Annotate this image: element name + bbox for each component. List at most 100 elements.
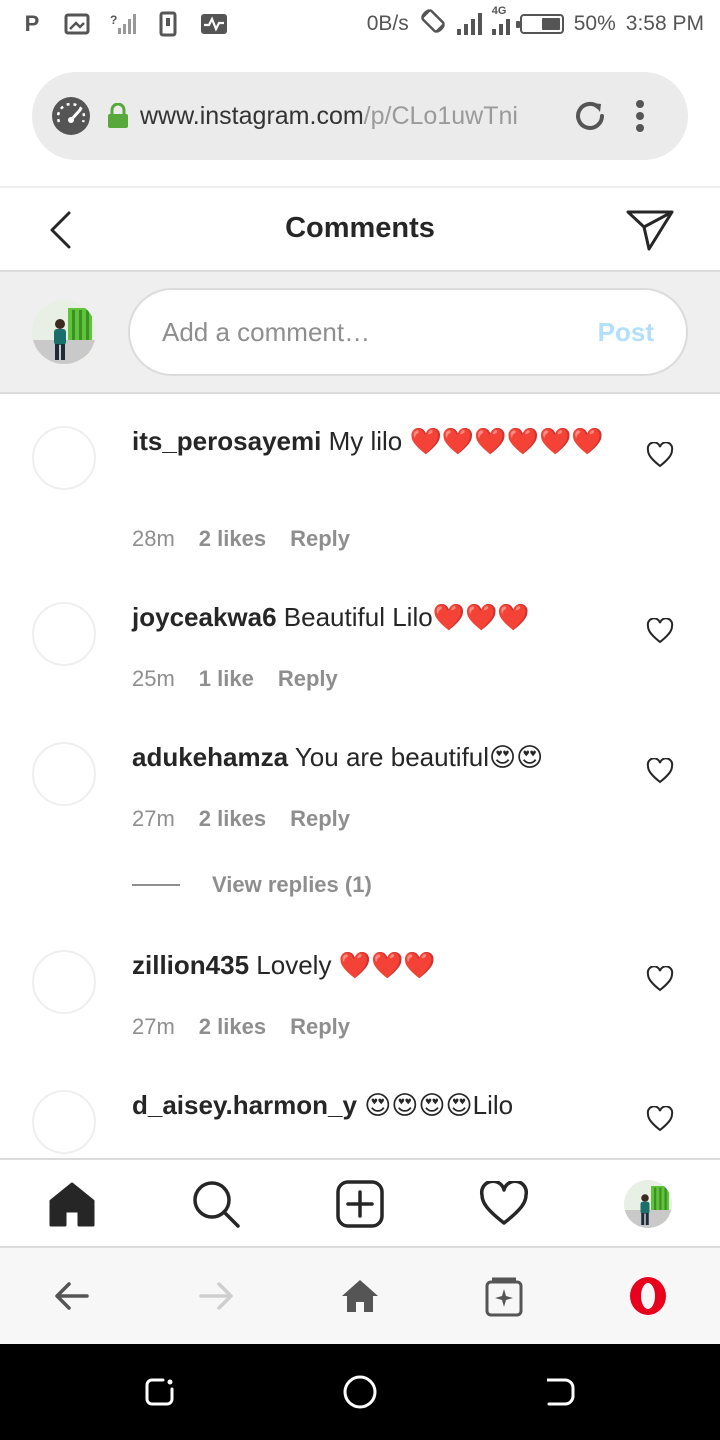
profile-button[interactable] (622, 1178, 674, 1230)
comment-text: adukehamza You are beautiful😍😍 (132, 739, 612, 776)
tabs-icon (485, 1277, 523, 1317)
reply-button[interactable]: Reply (290, 1014, 350, 1040)
comment-likes[interactable]: 1 like (199, 666, 254, 692)
avatar[interactable] (32, 950, 96, 1014)
network-speed: 0B/s (366, 12, 409, 35)
phone-icon (156, 11, 180, 37)
avatar[interactable] (32, 602, 96, 666)
heart-icon (479, 1181, 529, 1225)
system-home-button[interactable] (342, 1374, 378, 1410)
share-button[interactable] (624, 206, 676, 254)
recents-icon (145, 1378, 174, 1406)
home-icon (342, 1280, 378, 1312)
address-bar[interactable]: www.instagram.com/p/CLo1uwTni (32, 72, 688, 160)
comment-content: My lilo ❤️❤️❤️❤️❤️❤️ (328, 426, 604, 456)
browser-back-button[interactable] (48, 1272, 96, 1320)
comment-username[interactable]: d_aisey.harmon_y (132, 1090, 357, 1120)
home-icon (49, 1182, 95, 1227)
add-post-icon (336, 1180, 384, 1228)
home-button[interactable] (46, 1178, 98, 1230)
browser-toolbar: www.instagram.com/p/CLo1uwTni (0, 48, 720, 188)
lock-icon (106, 102, 130, 129)
back-icon (547, 1378, 575, 1406)
comment-username[interactable]: its_perosayemi (132, 426, 321, 456)
send-icon (626, 210, 674, 251)
like-heart-icon[interactable] (646, 1106, 674, 1132)
like-heart-icon[interactable] (646, 618, 674, 644)
comment-item: d_aisey.harmon_y 😍😍😍😍Lilo (0, 1058, 720, 1158)
svg-text:?: ? (110, 13, 117, 27)
comment-username[interactable]: adukehamza (132, 742, 288, 772)
avatar (32, 300, 96, 364)
comment-content: 😍😍😍😍Lilo (364, 1090, 514, 1120)
reply-button[interactable]: Reply (290, 526, 350, 552)
circle-home-icon (343, 1375, 377, 1409)
tabs-button[interactable] (480, 1272, 528, 1320)
comment-content: You are beautiful😍😍 (294, 742, 544, 772)
comment-username[interactable]: zillion435 (132, 950, 249, 980)
opera-logo-icon (630, 1277, 666, 1315)
battery-icon (515, 14, 564, 34)
reply-button[interactable]: Reply (278, 666, 338, 692)
reply-button[interactable]: Reply (290, 806, 350, 832)
avatar[interactable] (32, 1090, 96, 1154)
like-heart-icon[interactable] (646, 442, 674, 468)
avatar (624, 1180, 672, 1228)
browser-home-button[interactable] (336, 1272, 384, 1320)
divider (132, 884, 180, 886)
url-path: /p/CLo1uwTni (363, 101, 518, 130)
comment-time: 27m (132, 1014, 175, 1039)
comment-meta: 27m 2 likes Reply (132, 806, 350, 832)
system-nav-bar (0, 1344, 720, 1440)
url-text[interactable]: www.instagram.com/p/CLo1uwTni (140, 102, 558, 131)
comment-text: zillion435 Lovely ❤️❤️❤️ (132, 947, 612, 984)
comment-time: 25m (132, 666, 175, 691)
comment-item: adukehamza You are beautiful😍😍 27m 2 lik… (0, 710, 720, 918)
opera-menu-button[interactable] (624, 1272, 672, 1320)
system-back-button[interactable] (542, 1374, 578, 1410)
status-left-icons: P ? (20, 11, 228, 37)
view-replies-button[interactable]: View replies (1) (132, 872, 372, 898)
arrow-left-icon (55, 1282, 89, 1310)
url-host: www.instagram.com (140, 101, 364, 130)
browser-bottom-bar (0, 1248, 720, 1344)
battery-percent: 50% (573, 12, 616, 35)
comments-header: Comments (0, 190, 720, 272)
browser-forward-button[interactable] (192, 1272, 240, 1320)
instagram-bottom-nav (0, 1158, 720, 1248)
comment-input-box[interactable]: Post (128, 288, 688, 376)
comment-username[interactable]: joyceakwa6 (132, 602, 277, 632)
activity-button[interactable] (478, 1178, 530, 1230)
like-heart-icon[interactable] (646, 966, 674, 992)
comment-meta: 27m 2 likes Reply (132, 1014, 350, 1040)
comment-list: its_perosayemi My lilo ❤️❤️❤️❤️❤️❤️ 28m … (0, 394, 720, 1158)
comment-input[interactable] (162, 316, 598, 348)
recents-button[interactable] (142, 1374, 178, 1410)
more-menu-icon[interactable] (630, 96, 650, 136)
reload-icon[interactable] (570, 96, 610, 136)
clock: 3:58 PM (625, 12, 704, 35)
avatar[interactable] (32, 742, 96, 806)
network-type: 4G (491, 5, 507, 17)
comment-text: d_aisey.harmon_y 😍😍😍😍Lilo (132, 1087, 612, 1124)
comment-meta: 25m 1 like Reply (132, 666, 338, 692)
comment-meta: 28m 2 likes Reply (132, 526, 350, 552)
cast-icon (64, 12, 90, 36)
comment-time: 27m (132, 806, 175, 831)
search-button[interactable] (190, 1178, 242, 1230)
comment-likes[interactable]: 2 likes (199, 1014, 266, 1040)
search-icon (193, 1181, 240, 1228)
comment-likes[interactable]: 2 likes (199, 526, 266, 552)
view-replies-label: View replies (1) (212, 872, 372, 897)
status-bar: P ? 0B/s 4G 50% 3:58 PM (0, 0, 720, 48)
new-post-button[interactable] (334, 1178, 386, 1230)
post-button[interactable]: Post (598, 317, 654, 348)
comment-likes[interactable]: 2 likes (199, 806, 266, 832)
no-signal-icon: ? (110, 12, 136, 36)
signal-icon (456, 13, 482, 35)
avatar[interactable] (32, 426, 96, 490)
signal-4g-icon: 4G (491, 5, 510, 35)
speed-dial-icon[interactable] (50, 95, 92, 137)
rotate-icon (419, 7, 447, 41)
like-heart-icon[interactable] (646, 758, 674, 784)
